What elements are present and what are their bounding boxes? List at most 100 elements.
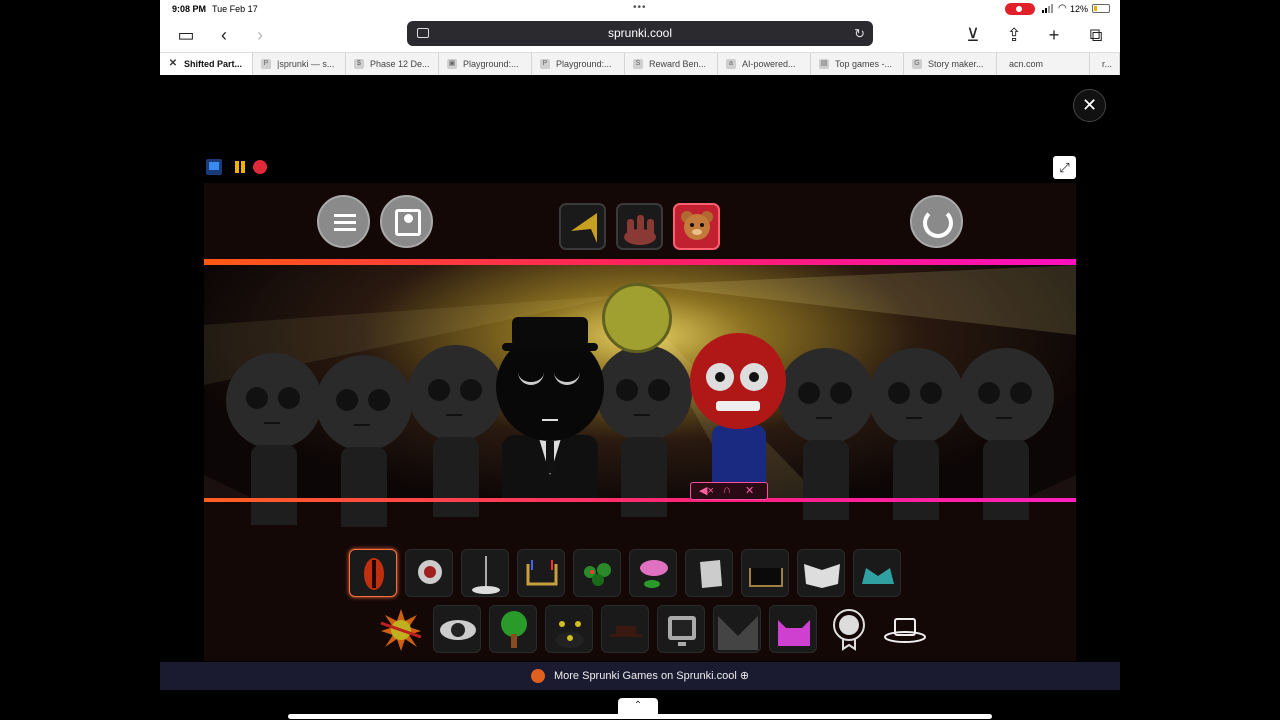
tab-label: Phase 12 De...	[370, 59, 430, 69]
close-game-button[interactable]: ✕	[1073, 89, 1106, 122]
tab-8[interactable]: ▤ Top games -...	[811, 53, 904, 75]
tab-label: acn.com	[1009, 59, 1044, 69]
sound-icon-stand[interactable]	[461, 549, 509, 597]
tab-label: r...	[1102, 59, 1113, 69]
character-slot-3[interactable]	[408, 345, 504, 441]
address-bar[interactable]: sprunki.cool ↻	[407, 21, 873, 46]
status-bar: 9:08 PM Tue Feb 17 ••• ◠ 12%	[160, 0, 1120, 18]
sound-icon-pink-ears[interactable]	[769, 605, 817, 653]
sound-icon-eye-slit[interactable]	[349, 549, 397, 597]
tab-10[interactable]: acn.com	[997, 53, 1090, 75]
tab-7[interactable]: a AI-powered...	[718, 53, 811, 75]
character-slot-2[interactable]	[316, 355, 412, 451]
sound-icon-flower[interactable]	[629, 549, 677, 597]
reset-button[interactable]	[910, 195, 963, 248]
sun-character[interactable]	[602, 283, 672, 353]
menu-button[interactable]	[317, 195, 370, 248]
page-menu-icon[interactable]	[417, 28, 429, 38]
sound-icon-paper[interactable]	[685, 549, 733, 597]
sound-icon-orb[interactable]	[405, 549, 453, 597]
screen-record-icon[interactable]	[1005, 3, 1035, 15]
gallery-button[interactable]	[380, 195, 433, 248]
tab-4[interactable]: ▣ Playground:...	[439, 53, 532, 75]
tab-6[interactable]: S Reward Ben...	[625, 53, 718, 75]
close-tab-icon[interactable]: ✕	[168, 59, 178, 69]
favicon-icon: $	[354, 59, 364, 69]
back-icon[interactable]: ‹	[212, 23, 236, 47]
tab-bar: ✕ Shifted Part... P |sprunki — s... $ Phase 1…	[160, 52, 1120, 75]
forward-icon[interactable]: ›	[248, 23, 272, 47]
url-text: sprunki.cool	[607, 26, 673, 40]
sound-icon-plant[interactable]	[573, 549, 621, 597]
sound-icon-cup[interactable]	[517, 549, 565, 597]
favicon-icon: ▤	[819, 59, 829, 69]
download-icon[interactable]: ⊻	[961, 23, 985, 47]
remove-icon[interactable]: ✕	[745, 484, 754, 497]
tab-3[interactable]: $ Phase 12 De...	[346, 53, 439, 75]
favicon-icon: S	[633, 59, 643, 69]
fullscreen-button[interactable]: ⤢	[1053, 156, 1076, 179]
character-body	[341, 447, 387, 527]
mute-icon[interactable]: ◀×	[699, 484, 714, 497]
favicon-icon: G	[912, 59, 922, 69]
headphones-icon[interactable]: ∩	[723, 484, 731, 496]
character-body	[983, 440, 1029, 520]
pause-button[interactable]	[232, 159, 248, 175]
sound-icon-tree[interactable]	[489, 605, 537, 653]
sound-icon-book[interactable]	[797, 549, 845, 597]
sound-icon-crown[interactable]	[853, 549, 901, 597]
character-slot-5[interactable]	[596, 345, 692, 441]
tab-11[interactable]: r...	[1090, 53, 1120, 75]
sidebar-icon[interactable]: ▭	[174, 23, 198, 47]
green-flag-button[interactable]	[206, 159, 222, 175]
sound-icon-sun[interactable]	[377, 605, 425, 653]
character-slot-9[interactable]	[958, 348, 1054, 444]
character-slot-1[interactable]	[226, 353, 322, 449]
home-indicator[interactable]	[288, 714, 992, 719]
boss-suit	[502, 435, 598, 501]
character-slot-8[interactable]	[868, 348, 964, 444]
mode-lightning-button[interactable]	[559, 203, 606, 250]
mode-paws-button[interactable]	[616, 203, 663, 250]
character-body	[893, 440, 939, 520]
more-games-link[interactable]: More Sprunki Games on Sprunki.cool ⊕	[554, 670, 749, 682]
mode-teddy-bear-button[interactable]	[673, 203, 720, 250]
tab-label: Playground:...	[556, 59, 612, 69]
favicon-icon: P	[540, 59, 550, 69]
tab-2[interactable]: P |sprunki — s...	[253, 53, 346, 75]
multitask-dots-icon[interactable]: •••	[633, 2, 647, 13]
expand-chevron-icon[interactable]: ⌃	[618, 698, 658, 714]
browser-toolbar: ▭ ‹ › sprunki.cool ↻ ⊻ ⇪ + ⧉	[160, 18, 1120, 52]
favicon-icon: a	[726, 59, 736, 69]
sound-icon-hat-brim[interactable]	[601, 605, 649, 653]
character-slot-7[interactable]	[778, 348, 874, 444]
tabs-overview-icon[interactable]: ⧉	[1084, 23, 1108, 47]
more-games-bar[interactable]: More Sprunki Games on Sprunki.cool ⊕	[160, 662, 1120, 690]
status-date: Tue Feb 17	[212, 4, 258, 14]
stop-button[interactable]	[253, 160, 267, 174]
wifi-icon: ◠	[1058, 3, 1067, 14]
tab-1[interactable]: ✕ Shifted Part...	[160, 53, 253, 75]
tab-label: Reward Ben...	[649, 59, 707, 69]
favicon-icon: P	[261, 59, 271, 69]
new-tab-icon[interactable]: +	[1042, 23, 1066, 47]
reload-icon[interactable]: ↻	[854, 21, 865, 46]
sound-icon-eye[interactable]	[433, 605, 481, 653]
character-body	[803, 440, 849, 520]
battery-icon	[1092, 4, 1110, 13]
character-controls: ◀× ∩ ✕	[690, 482, 768, 500]
stage-floor-line	[204, 498, 1076, 502]
character-body	[433, 437, 479, 517]
sound-icon-monitor[interactable]	[657, 605, 705, 653]
sound-icon-badge[interactable]	[825, 605, 873, 653]
sound-icon-cape[interactable]	[713, 605, 761, 653]
tab-9[interactable]: G Story maker...	[904, 53, 997, 75]
sound-icon-tray[interactable]	[741, 549, 789, 597]
ipad-screen: 9:08 PM Tue Feb 17 ••• ◠ 12% ▭ ‹ › sprun…	[160, 0, 1120, 720]
share-icon[interactable]: ⇪	[1002, 23, 1026, 47]
sound-icon-top-hat[interactable]	[881, 605, 929, 653]
tab-5[interactable]: P Playground:...	[532, 53, 625, 75]
top-hat	[502, 317, 598, 351]
character-slot-6-red[interactable]	[690, 333, 786, 429]
sound-icon-antenna[interactable]	[545, 605, 593, 653]
